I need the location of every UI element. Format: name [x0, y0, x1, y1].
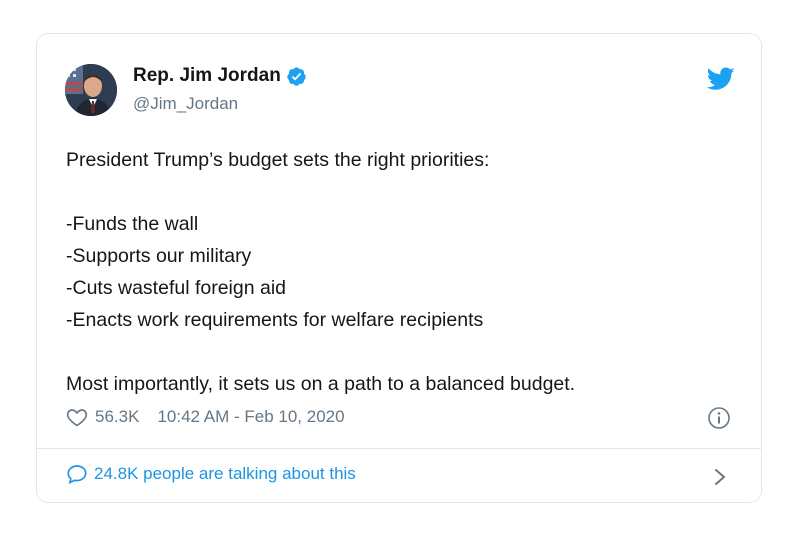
like-count[interactable]: 56.3K [95, 407, 139, 427]
author-handle[interactable]: @Jim_Jordan [133, 94, 238, 114]
card-divider [37, 448, 761, 449]
tweet-line-gap [66, 176, 746, 208]
tweet-line: President Trump’s budget sets the right … [66, 149, 490, 171]
chevron-right-icon[interactable] [713, 468, 727, 486]
tweet-meta: 56.3K 10:42 AM - Feb 10, 2020 [66, 407, 345, 427]
tweet-line: -Supports our military [66, 245, 252, 267]
tweet-timestamp[interactable]: 10:42 AM - Feb 10, 2020 [157, 407, 344, 427]
tweet-body: President Trump’s budget sets the right … [66, 144, 746, 400]
tweet-line: -Funds the wall [66, 213, 199, 235]
conversation-link-label[interactable]: 24.8K people are talking about this [94, 464, 356, 484]
author-display-name[interactable]: Rep. Jim Jordan [133, 65, 281, 87]
conversation-link[interactable]: 24.8K people are talking about this [66, 464, 356, 484]
tweet-embed-card[interactable]: Rep. Jim Jordan @Jim_Jordan President Tr… [36, 33, 762, 503]
tweet-line: Most importantly, it sets us on a path t… [66, 373, 576, 395]
info-icon[interactable] [707, 406, 731, 430]
tweet-line-gap [66, 336, 746, 368]
tweet-line: -Cuts wasteful foreign aid [66, 277, 287, 299]
author-avatar[interactable] [65, 64, 117, 116]
heart-icon[interactable] [66, 407, 88, 427]
twitter-bird-icon[interactable] [707, 67, 735, 91]
tweet-line: -Enacts work requirements for welfare re… [66, 309, 484, 331]
speech-bubble-icon [67, 465, 87, 484]
author-name-row[interactable]: Rep. Jim Jordan [133, 65, 307, 87]
verified-badge-icon [287, 66, 306, 86]
avatar-photo [65, 64, 117, 116]
